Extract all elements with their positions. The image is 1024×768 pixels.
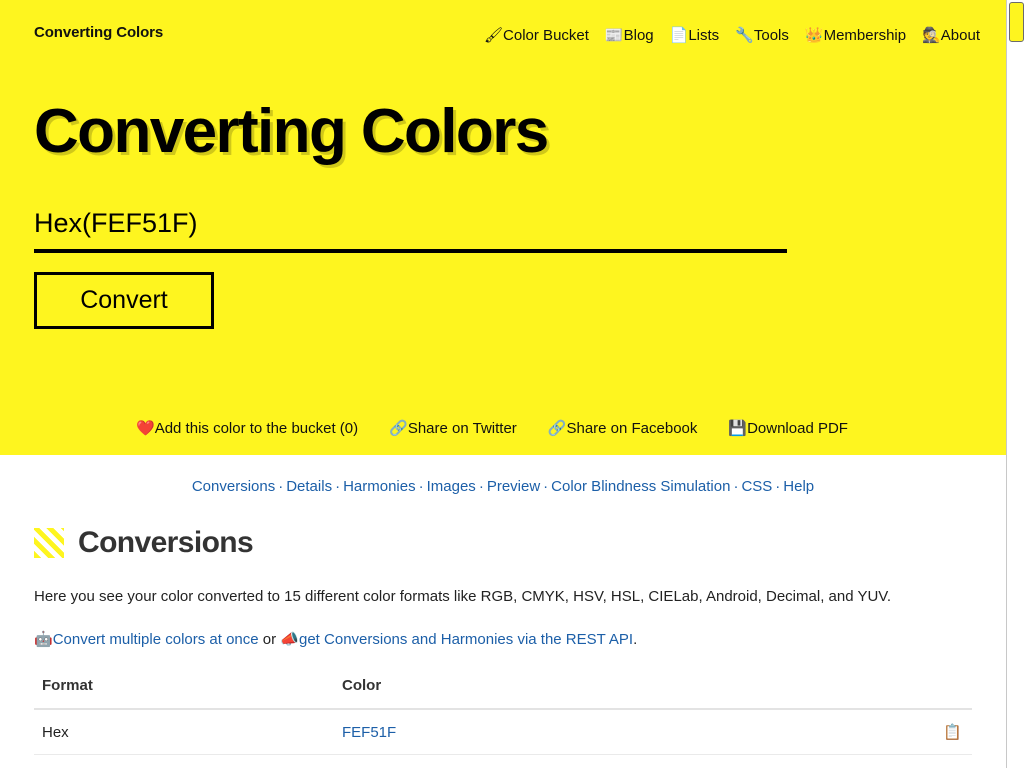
convert-button[interactable]: Convert [34,272,214,330]
section-link-preview[interactable]: Preview [487,478,540,495]
section-title: Conversions [78,526,254,559]
page-scrollbar[interactable] [1006,0,1024,768]
color-value-link[interactable]: FEF51F [342,724,396,741]
hero-banner: Converting Colors 🖌 Color Bucket 📰 Blog … [0,0,1006,455]
column-header-color: Color [334,677,934,710]
nav-separator: · [335,478,341,495]
section-header: Conversions [34,526,972,560]
main-content: Conversions · Details · Harmonies · Images · Pre… [0,455,1006,755]
section-link-images[interactable]: Images [427,478,476,495]
browser-viewport: Converting Colors 🖌 Color Bucket 📰 Blog … [0,0,1006,768]
robot-icon: 🤖 [34,631,53,648]
nav-label: Membership [823,27,907,44]
section-link-conversions[interactable]: Conversions [192,478,275,495]
section-description: Here you see your color converted to 15 … [34,588,892,605]
conversions-table: Format Color Hex FEF51F 📋 [34,677,972,755]
links-separator-text: or [258,631,281,648]
section-links-line: 🤖Convert multiple colors at once or 📣get… [34,629,972,650]
clipboard-icon[interactable]: 📋 [943,724,962,741]
nav-separator: · [733,478,739,495]
section-link-harmonies[interactable]: Harmonies [343,478,416,495]
nav-item-color-bucket[interactable]: 🖌 Color Bucket [484,27,589,44]
yellow-stripes-icon [34,528,64,558]
add-to-bucket-link[interactable]: ❤️ Add this color to the bucket (0) [136,420,358,437]
section-link-details[interactable]: Details [286,478,332,495]
link-label: get Conversions and Harmonies via the RE… [299,631,634,648]
cell-format: Hex [34,709,334,755]
heart-icon: ❤️ [136,420,155,437]
main-nav: 🖌 Color Bucket 📰 Blog 📄 Lists 🔧 Tools 👑 … [484,27,980,44]
share-facebook-link[interactable]: 🔗 Share on Facebook [548,420,698,437]
section-link-css[interactable]: CSS [741,478,772,495]
nav-separator: · [775,478,781,495]
action-label: Share on Facebook [566,420,698,437]
column-header-copy [934,677,972,710]
table-head: Format Color [34,677,972,710]
cell-copy: 📋 [934,709,972,755]
download-pdf-link[interactable]: 💾 Download PDF [728,420,848,437]
nav-separator: · [543,478,549,495]
nav-item-about[interactable]: 🕵 About [922,27,980,44]
color-input[interactable] [34,208,787,254]
nav-label: Color Bucket [503,27,589,44]
nav-separator: · [278,478,284,495]
section-link-help[interactable]: Help [783,478,814,495]
table-row: Hex FEF51F 📋 [34,709,972,755]
column-header-format: Format [34,677,334,710]
section-link-color-blindness-simulation[interactable]: Color Blindness Simulation [551,478,730,495]
detective-icon: 🕵 [922,27,941,44]
nav-item-lists[interactable]: 📄 Lists [670,27,720,44]
trailing-period: . [633,631,638,648]
paintbrush-icon: 🖌 [484,27,504,44]
page-root: Converting Colors 🖌 Color Bucket 📰 Blog … [0,0,1024,768]
action-label: Add this color to the bucket (0) [154,420,359,437]
crown-icon: 👑 [804,27,824,44]
nav-label: Lists [688,27,720,44]
nav-separator: · [418,478,424,495]
nav-item-tools[interactable]: 🔧 Tools [735,27,789,44]
share-twitter-link[interactable]: 🔗 Share on Twitter [389,420,517,437]
megaphone-icon: 📣 [280,631,299,648]
newspaper-icon: 📰 [604,27,624,44]
action-label: Share on Twitter [407,420,517,437]
rest-api-link[interactable]: 📣get Conversions and Harmonies via the R… [280,631,633,648]
link-icon: 🔗 [389,420,408,437]
action-label: Download PDF [747,420,848,437]
table-body: Hex FEF51F 📋 [34,709,972,755]
link-icon: 🔗 [547,420,567,437]
nav-separator: · [478,478,484,495]
cell-color: FEF51F [334,709,934,755]
nav-item-blog[interactable]: 📰 Blog [605,27,654,44]
nav-item-membership[interactable]: 👑 Membership [805,27,906,44]
nav-label: Blog [623,27,654,44]
nav-label: Tools [753,27,789,44]
page-icon: 📄 [669,27,689,44]
link-label: Convert multiple colors at once [52,631,259,648]
wrench-icon: 🔧 [735,27,754,44]
nav-label: About [940,27,980,44]
floppy-disk-icon: 💾 [728,420,748,437]
hero-action-links: ❤️ Add this color to the bucket (0) 🔗 Sh… [0,420,1006,437]
site-brand: Converting Colors [34,24,164,41]
scrollbar-thumb[interactable] [1009,2,1024,42]
color-input-wrapper [34,208,787,254]
section-nav: Conversions · Details · Harmonies · Images · Pre… [34,455,972,495]
table-header-row: Format Color [34,677,972,710]
page-title: Converting Colors [34,97,549,166]
convert-multiple-colors-link[interactable]: 🤖Convert multiple colors at once [34,631,259,648]
top-bar: Converting Colors 🖌 Color Bucket 📰 Blog … [0,0,1006,44]
